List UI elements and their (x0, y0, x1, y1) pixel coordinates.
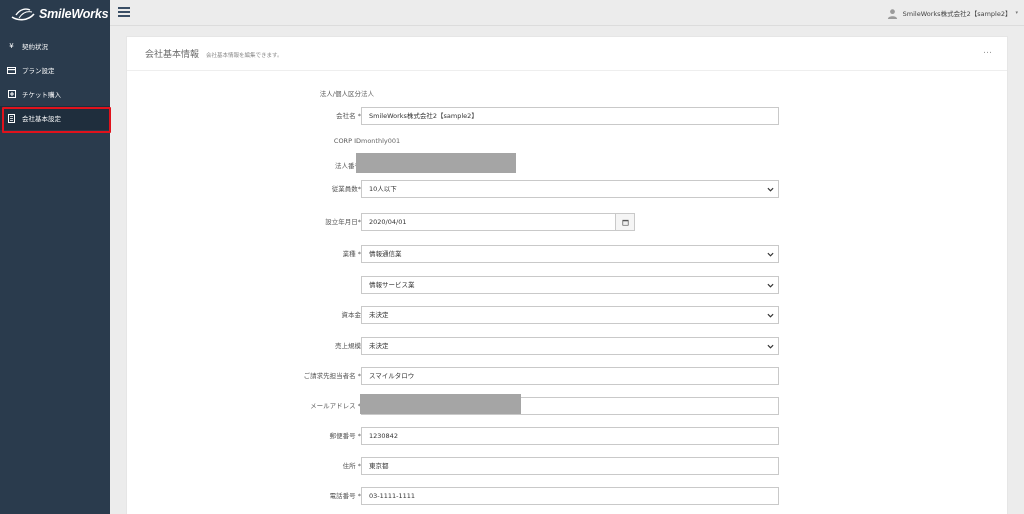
phone-label: 電話番号 * (329, 492, 361, 500)
plus-box-icon (7, 90, 16, 99)
chevron-down-icon (767, 252, 774, 257)
sidebar-item-contract-status[interactable]: ¥ 契約状況 (0, 34, 110, 58)
form-row-billing-contact: ご請求先担当者名 * スマイルタロウ (127, 367, 1009, 385)
sales-value: 未決定 (369, 342, 389, 350)
yen-icon: ¥ (9, 42, 14, 50)
billing-contact-input[interactable]: スマイルタロウ (361, 367, 779, 385)
founded-label: 設立年月日* (325, 218, 361, 226)
phone-input[interactable]: 03-1111-1111 (361, 487, 779, 505)
form-row-industry-sub: 情報サービス業 (127, 276, 1009, 294)
chevron-down-icon (767, 313, 774, 318)
capital-select[interactable]: 未決定 (361, 306, 779, 324)
sidebar-item-label: 会社基本設定 (22, 115, 61, 123)
address-label: 住所 * (342, 462, 361, 470)
corp-id-value: monthly001 (361, 137, 401, 145)
industry-select[interactable]: 情報通信業 (361, 245, 779, 263)
form-row-sales: 売上規模 未決定 (127, 337, 1009, 355)
sidebar-item-ticket-purchase[interactable]: チケット購入 (0, 82, 110, 106)
industry-sub-value: 情報サービス業 (369, 281, 415, 289)
chevron-down-icon: ▾ (1015, 10, 1018, 16)
sales-select[interactable]: 未決定 (361, 337, 779, 355)
chevron-down-icon (767, 187, 774, 192)
form-row-address: 住所 * 東京都 (127, 457, 1009, 475)
email-label: メールアドレス * (310, 402, 361, 410)
sidebar: SmileWorks ¥ 契約状況 プラン設定 チケット購入 会社基本設定 (0, 0, 111, 514)
company-info-panel: 会社基本情報 会社基本情報を編集できます。 … 法人/個人区分 法人 会社名 *… (126, 36, 1008, 514)
form-row-industry: 業種 * 情報通信業 (127, 245, 1009, 263)
more-options-icon[interactable]: … (983, 46, 993, 56)
form-row-corp-number: 法人番号 (127, 153, 1009, 174)
company-name-input[interactable]: SmileWorks株式会社2【sample2】 (361, 107, 779, 125)
email-redacted (360, 394, 521, 414)
form-row-email: メールアドレス * (127, 394, 1009, 415)
form-row-employees: 従業員数* 10人以下 (127, 180, 1009, 198)
employees-select[interactable]: 10人以下 (361, 180, 779, 198)
postal-input[interactable]: 1230842 (361, 427, 779, 445)
sidebar-item-label: 契約状況 (22, 43, 48, 51)
calendar-button[interactable] (616, 213, 635, 231)
brand-logo[interactable]: SmileWorks (0, 0, 110, 28)
employees-label: 従業員数* (331, 185, 361, 193)
capital-value: 未決定 (369, 311, 389, 319)
sidebar-item-label: プラン設定 (22, 67, 55, 75)
topbar: SmileWorks株式会社2【sample2】 ▾ (110, 0, 1024, 26)
address-input[interactable]: 東京都 (361, 457, 779, 475)
form-row-corp-type: 法人/個人区分 法人 (127, 85, 1009, 103)
capital-label: 資本金 (341, 311, 362, 319)
corp-id-label: CORP ID (333, 137, 361, 145)
industry-sub-select[interactable]: 情報サービス業 (361, 276, 779, 294)
corp-type-value: 法人 (361, 90, 374, 98)
building-icon (7, 113, 16, 123)
corp-number-redacted (356, 153, 516, 173)
card-icon (7, 66, 16, 75)
postal-label: 郵便番号 * (329, 432, 361, 440)
founded-date-input[interactable]: 2020/04/01 (361, 213, 616, 231)
sidebar-item-plan-settings[interactable]: プラン設定 (0, 58, 110, 82)
user-avatar-icon (887, 8, 897, 19)
industry-value: 情報通信業 (369, 250, 402, 258)
company-name-label: 会社名 * (336, 112, 361, 120)
form-row-company-name: 会社名 * SmileWorks株式会社2【sample2】 (127, 107, 1009, 125)
industry-label: 業種 * (342, 250, 361, 258)
sidebar-item-company-settings[interactable]: 会社基本設定 (0, 106, 111, 133)
hamburger-menu-icon[interactable] (118, 7, 130, 17)
corp-type-label: 法人/個人区分 (319, 90, 361, 98)
page-title: 会社基本情報 (145, 50, 200, 60)
sidebar-item-label: チケット購入 (22, 91, 61, 99)
employees-value: 10人以下 (369, 185, 397, 193)
user-name: SmileWorks株式会社2【sample2】 (902, 10, 1012, 18)
calendar-icon (621, 219, 629, 226)
chevron-down-icon (767, 283, 774, 288)
form-row-postal: 郵便番号 * 1230842 (127, 427, 1009, 445)
sales-label: 売上規模 (335, 342, 361, 350)
billing-contact-label: ご請求先担当者名 * (303, 372, 361, 380)
form-row-corp-id: CORP ID monthly001 (127, 132, 1009, 150)
page-subtitle: 会社基本情報を編集できます。 (206, 52, 283, 59)
sidebar-nav: ¥ 契約状況 プラン設定 チケット購入 会社基本設定 (0, 34, 111, 133)
form-row-capital: 資本金 未決定 (127, 306, 1009, 324)
user-menu[interactable]: SmileWorks株式会社2【sample2】 ▾ (887, 0, 1018, 26)
panel-header: 会社基本情報 会社基本情報を編集できます。 … (127, 37, 1007, 71)
chevron-down-icon (767, 344, 774, 349)
form-row-founded: 設立年月日* 2020/04/01 (127, 213, 1009, 231)
form-row-phone: 電話番号 * 03-1111-1111 (127, 487, 1009, 505)
brand-name: SmileWorks (39, 7, 109, 21)
smileworks-logo-icon (11, 8, 35, 21)
